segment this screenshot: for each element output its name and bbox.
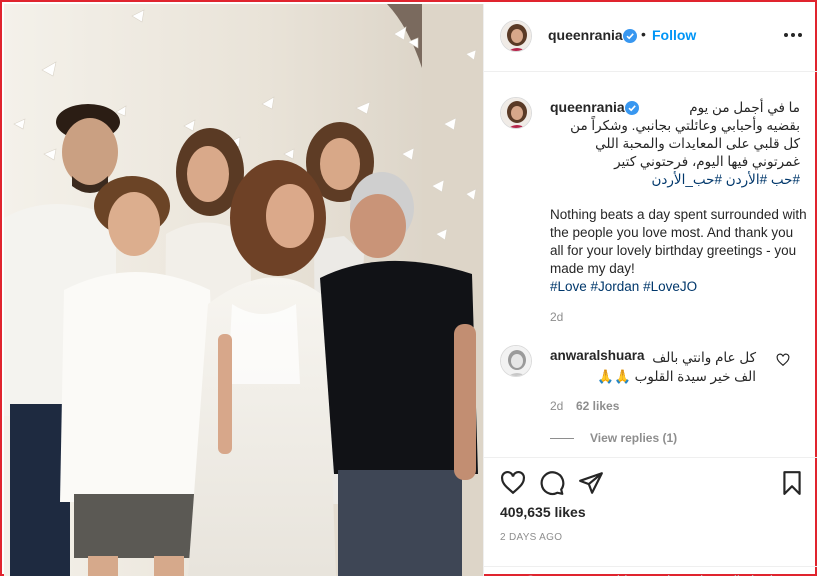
heart-icon[interactable] <box>776 353 790 367</box>
comments-limited-notice: Comments on this post have been limited. <box>484 566 817 576</box>
caption-english-text: Nothing beats a day spent surrounded wit… <box>550 207 807 276</box>
like-heart-icon[interactable] <box>500 470 526 496</box>
comment-text-line: كل عام وانتي بالف <box>652 350 756 365</box>
action-bar: 409,635 likes 2 DAYS AGO Comments on thi… <box>484 457 817 576</box>
caption-arabic-line: بقضيه وأحبابي وعائلتي بجانبي. وشكراً من <box>570 118 800 133</box>
comment-text-line: الف خير سيدة القلوب 🙏🙏 <box>597 369 756 384</box>
author-username[interactable]: queenrania <box>548 27 623 43</box>
likes-count[interactable]: 409,635 likes <box>500 504 586 520</box>
caption-english-hashtags[interactable]: #Love #Jordan #LoveJO <box>550 279 697 294</box>
comments-scroll-area[interactable]: ما في أجمل من يوم بقضيه وأحبابي وعائلتي … <box>484 73 817 456</box>
replies-divider <box>550 438 574 439</box>
post-date[interactable]: 2 DAYS AGO <box>500 532 562 543</box>
caption-arabic-line: كل قلبي على المعايدات والمحبة اللي <box>595 136 800 151</box>
verified-badge-icon <box>625 101 639 115</box>
caption-arabic-line: غمرتوني فيها اليوم، فرحتوني كتير <box>614 154 800 169</box>
post-header: queenrania • Follow <box>484 4 817 72</box>
view-replies-button[interactable]: View replies (1) <box>590 431 677 445</box>
comment-timestamp[interactable]: 2d <box>550 399 563 413</box>
save-bookmark-icon[interactable] <box>779 470 805 496</box>
comment-likes[interactable]: 62 likes <box>576 399 619 413</box>
comment-bubble-icon[interactable] <box>539 470 565 496</box>
window-frame: queenrania • Follow ما في أجمل من يوم بق… <box>0 0 817 576</box>
caption-author-avatar[interactable] <box>500 97 532 129</box>
caption-username[interactable]: queenrania <box>550 99 625 115</box>
family-photo-illustration <box>4 4 483 576</box>
separator-dot: • <box>641 26 646 42</box>
post-side-panel: queenrania • Follow ما في أجمل من يوم بق… <box>483 4 817 576</box>
author-avatar[interactable] <box>500 20 532 52</box>
share-plane-icon[interactable] <box>578 470 604 496</box>
commenter-username[interactable]: anwaralshuara <box>550 348 645 363</box>
ellipsis-icon[interactable] <box>782 24 804 46</box>
follow-button[interactable]: Follow <box>652 27 696 43</box>
caption-english: Nothing beats a day spent surrounded wit… <box>550 206 810 296</box>
caption-timestamp[interactable]: 2d <box>550 310 563 324</box>
commenter-avatar[interactable] <box>500 345 532 377</box>
post-photo[interactable] <box>4 4 483 576</box>
caption-arabic-hashtags[interactable]: #حب #الأردن #حب_الأردن <box>550 171 800 189</box>
verified-badge-icon <box>623 29 637 43</box>
